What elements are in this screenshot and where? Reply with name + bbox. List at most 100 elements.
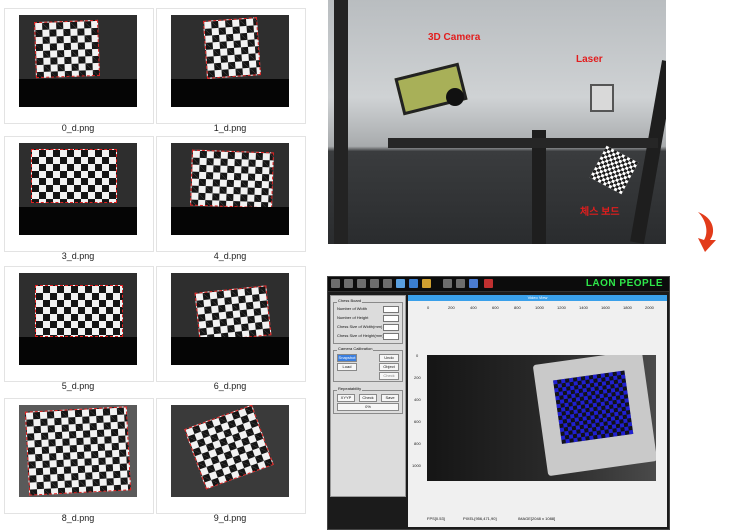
chessboard	[194, 285, 272, 343]
square-height-label: Chess Size of Height(mm)	[337, 333, 384, 338]
x-tick-label: 400	[470, 305, 477, 310]
camera-feed-image	[427, 355, 656, 481]
thumbnail-caption: 9_d.png	[213, 513, 247, 523]
progress-bar: 0%	[337, 403, 399, 411]
laser-module	[590, 84, 614, 112]
thumbnail-caption: 8_d.png	[61, 513, 95, 523]
toolbar: LAON PEOPLE	[328, 277, 669, 292]
record-icon[interactable]	[484, 279, 493, 288]
camera-icon[interactable]	[422, 279, 431, 288]
x-tick-label: 1600	[601, 305, 610, 310]
chart-icon[interactable]	[456, 279, 465, 288]
thumbnail-caption: 1_d.png	[213, 123, 247, 133]
group-title: Camera Calibration	[337, 346, 374, 351]
y-tick-label: 200	[414, 375, 421, 380]
y-tick-label: 800	[414, 441, 421, 446]
image-icon[interactable]	[443, 279, 452, 288]
load-button[interactable]: Load	[337, 363, 357, 371]
calibration-app-window: LAON PEOPLE Chess Board Number of Width …	[327, 276, 670, 530]
x-tick-label: 800	[514, 305, 521, 310]
chessboard	[184, 405, 274, 490]
xyyp-button[interactable]: XYYP	[337, 394, 355, 402]
image-size-readout: IMAGE[2048 x 1088]	[518, 516, 556, 521]
y-tick-label: 0	[416, 353, 419, 358]
video-icon[interactable]	[469, 279, 478, 288]
x-tick-label: 1800	[623, 305, 632, 310]
thumbnail-caption: 5_d.png	[61, 381, 95, 391]
chessboard	[31, 149, 117, 203]
thumbnail-caption: 0_d.png	[61, 123, 95, 133]
camera-lens	[446, 88, 464, 106]
frame-rail	[630, 60, 666, 244]
thumbnail-0[interactable]	[4, 8, 154, 124]
thumbnail-2[interactable]	[4, 136, 154, 252]
object-button[interactable]: Object	[379, 363, 399, 371]
pixel-readout: PIXEL[956,471,90]	[463, 516, 497, 521]
chessboard-image	[19, 143, 137, 235]
filter-icon[interactable]	[383, 279, 392, 288]
thumbnail-6[interactable]	[4, 398, 154, 514]
square-height-field[interactable]	[383, 333, 399, 340]
x-tick-label: 2000	[645, 305, 654, 310]
x-tick-label: 0	[427, 305, 430, 310]
chessboard-image	[171, 143, 289, 235]
chessboard-image	[19, 15, 137, 107]
x-tick-label: 1000	[535, 305, 544, 310]
detected-chessboard	[553, 370, 634, 444]
thumbnail-3[interactable]	[156, 136, 306, 252]
y-tick-label: 1000	[412, 463, 421, 468]
x-tick-label: 600	[492, 305, 499, 310]
repeat-save-button[interactable]: Save	[381, 394, 399, 402]
x-tick-label: 1200	[557, 305, 566, 310]
chessboard-image	[19, 273, 137, 365]
calibration-plate	[532, 355, 656, 477]
x-tick-label: 1400	[579, 305, 588, 310]
square-width-field[interactable]	[383, 324, 399, 331]
control-panel: Chess Board Number of Width Number of He…	[330, 295, 406, 497]
hardware-setup-photo: 3D Camera Laser 체스 보드	[328, 0, 666, 244]
height-count-field[interactable]	[383, 315, 399, 322]
grid-icon[interactable]	[370, 279, 379, 288]
camera-label: 3D Camera	[428, 32, 481, 43]
thumbnail-caption: 3_d.png	[61, 251, 95, 261]
chessboard-image	[19, 405, 137, 497]
chessboard	[203, 17, 261, 79]
frame-rail	[388, 138, 658, 148]
chessboard-target	[589, 145, 639, 195]
chessboard	[35, 285, 123, 337]
thumbnail-7[interactable]	[156, 398, 306, 514]
thumbnail-4[interactable]	[4, 266, 154, 382]
chessboard-image	[171, 15, 289, 107]
y-tick-label: 400	[414, 397, 421, 402]
thumbnail-1[interactable]	[156, 8, 306, 124]
repeat-check-button[interactable]: Check	[359, 394, 377, 402]
y-tick-label: 600	[414, 419, 421, 424]
curved-arrow-icon	[698, 212, 716, 252]
chessboard-label: 체스 보드	[580, 207, 620, 218]
target-icon[interactable]	[396, 279, 405, 288]
cursor-icon[interactable]	[331, 279, 340, 288]
save-icon[interactable]	[344, 279, 353, 288]
undo-button[interactable]: Undo	[379, 354, 399, 362]
check-button[interactable]: Check	[379, 372, 399, 380]
frame-rail	[334, 0, 348, 244]
height-count-label: Number of Height	[337, 315, 369, 320]
thumbnail-5[interactable]	[156, 266, 306, 382]
square-width-label: Chess Size of Width(mm)	[337, 324, 383, 329]
video-view: Video View 0 200 400 600 800 1000 1200 1…	[408, 295, 667, 527]
stop-icon[interactable]	[409, 279, 418, 288]
repeatability-group: Repeatability XYYP Check Save 0%	[333, 386, 403, 414]
laser-label: Laser	[576, 54, 603, 65]
width-count-field[interactable]	[383, 306, 399, 313]
group-title: Chess Board	[337, 298, 363, 303]
chessboard	[24, 406, 132, 496]
chess-board-group: Chess Board Number of Width Number of He…	[333, 298, 403, 344]
snapshot-button[interactable]: Snapshot	[337, 354, 357, 362]
chessboard-image	[171, 405, 289, 497]
video-view-title: Video View	[408, 295, 667, 301]
chessboard	[34, 19, 100, 79]
camera-calibration-group: Camera Calibration Snapshot Undo Load Ob…	[333, 346, 403, 382]
chessboard-image	[171, 273, 289, 365]
settings-icon[interactable]	[357, 279, 366, 288]
thumbnail-caption: 6_d.png	[213, 381, 247, 391]
